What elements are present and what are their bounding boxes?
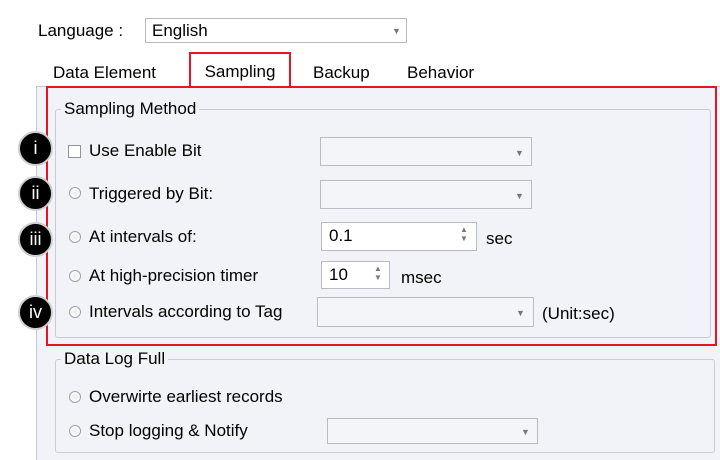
annotation-badge-iv: iv xyxy=(18,295,53,330)
data-log-full-legend: Data Log Full xyxy=(61,349,169,369)
annotation-badge-i: i xyxy=(18,131,53,166)
overwrite-label: Overwirte earliest records xyxy=(89,387,283,406)
stop-logging-radio[interactable] xyxy=(69,425,81,437)
notify-select[interactable]: ▼ xyxy=(327,418,538,444)
overwrite-radio[interactable] xyxy=(69,391,81,403)
tab-data-element[interactable]: Data Element xyxy=(53,62,156,84)
annotation-badge-ii: ii xyxy=(18,176,53,211)
annotation-badge-iii: iii xyxy=(18,222,53,257)
tab-behavior[interactable]: Behavior xyxy=(407,62,474,84)
tab-backup[interactable]: Backup xyxy=(313,62,370,84)
language-select[interactable]: English ▼ xyxy=(145,18,407,43)
language-label: Language : xyxy=(38,21,124,40)
stop-logging-label: Stop logging & Notify xyxy=(89,421,248,440)
language-value: English xyxy=(152,21,208,40)
chevron-down-icon: ▼ xyxy=(521,427,530,437)
tab-sampling[interactable]: Sampling xyxy=(189,52,291,88)
chevron-down-icon: ▼ xyxy=(392,26,401,36)
sampling-highlight-frame xyxy=(46,86,717,346)
